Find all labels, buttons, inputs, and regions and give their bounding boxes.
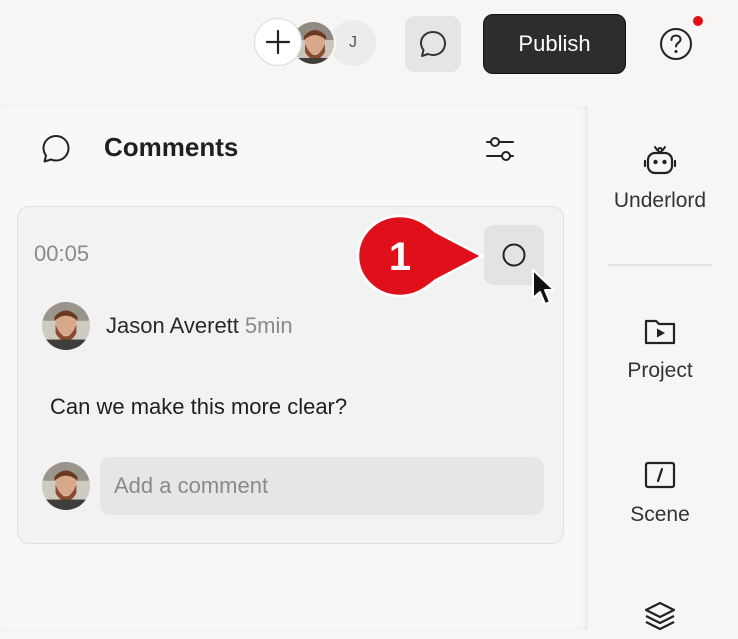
sidebar-item-scene[interactable]: Scene — [596, 458, 724, 527]
step-number: 1 — [389, 235, 411, 279]
chat-bubble-icon — [42, 135, 70, 163]
top-bar: J Publish — [0, 0, 738, 90]
help-icon — [660, 28, 692, 60]
sidebar-item-label: Scene — [630, 503, 690, 526]
sidebar-item-layers[interactable] — [596, 600, 724, 639]
comment-text: Can we make this more clear? — [50, 394, 348, 419]
notification-dot — [693, 16, 703, 26]
chat-bubble-icon — [420, 31, 446, 57]
help-button[interactable] — [658, 26, 694, 62]
step-marker-pin: 1 — [356, 214, 485, 298]
plus-icon — [265, 29, 291, 55]
sidebar-item-underlord[interactable]: Underlord — [596, 144, 724, 213]
author-avatar — [42, 302, 90, 350]
sidebar-item-label: Underlord — [613, 189, 707, 212]
sidebar-divider — [608, 264, 712, 266]
publish-label: Publish — [518, 31, 591, 56]
sliders-icon — [486, 137, 514, 161]
panel-title: Comments — [104, 132, 239, 162]
circle-icon — [502, 243, 526, 267]
sidebar-item-label: Project — [627, 359, 693, 382]
avatar-image — [42, 462, 90, 510]
cursor-arrow-icon — [532, 269, 555, 305]
collaborator-initial: J — [349, 34, 357, 51]
avatar-image — [42, 302, 90, 350]
reply-input[interactable] — [100, 457, 544, 515]
filter-button[interactable] — [484, 133, 516, 170]
mouse-cursor — [531, 268, 557, 313]
reply-avatar — [42, 462, 90, 510]
comments-header-icon — [40, 133, 72, 170]
comment-timestamp[interactable]: 00:05 — [34, 241, 89, 267]
scene-slash-icon — [644, 461, 676, 489]
comment-author-line: Jason Averett 5min — [106, 313, 293, 339]
layers-icon — [644, 601, 676, 631]
add-collaborator-button[interactable] — [254, 18, 302, 66]
robot-icon — [643, 146, 677, 175]
comments-toggle-button[interactable] — [405, 16, 461, 72]
comment-age: 5min — [244, 313, 293, 338]
step-marker: 1 — [356, 214, 485, 303]
comment-author: Jason Averett — [106, 313, 239, 338]
collaborator-avatar-j[interactable]: J — [330, 20, 376, 66]
sidebar-item-project[interactable]: Project — [596, 314, 724, 383]
folder-play-icon — [644, 319, 676, 345]
publish-button[interactable]: Publish — [483, 14, 626, 74]
